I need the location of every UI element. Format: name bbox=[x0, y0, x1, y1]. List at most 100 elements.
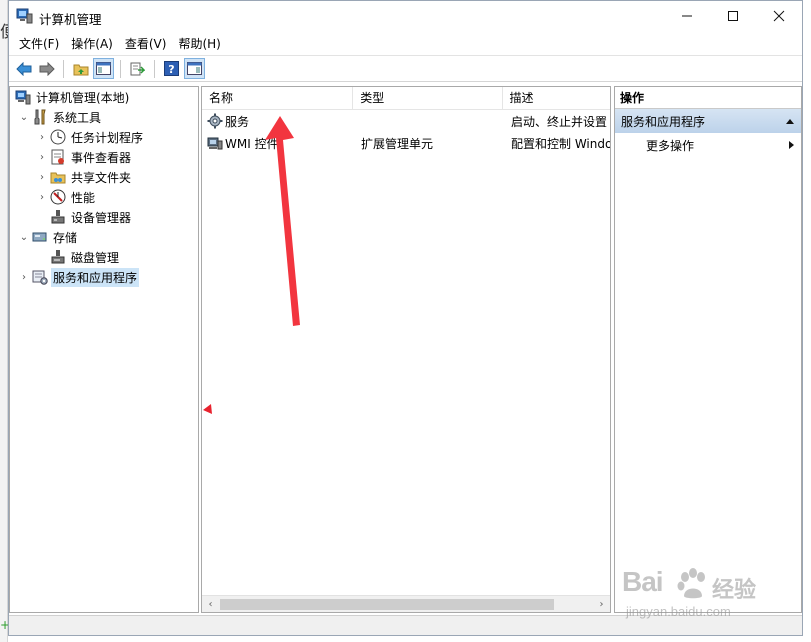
computer-management-icon bbox=[15, 90, 31, 105]
list-cell-type: 扩展管理单元 bbox=[361, 136, 434, 151]
action-pane-icon bbox=[187, 62, 202, 75]
disk-management-icon bbox=[51, 250, 65, 264]
wmi-control-icon bbox=[207, 137, 223, 150]
column-header-name[interactable]: 名称 bbox=[202, 87, 354, 110]
tree-label: 服务和应用程序 bbox=[51, 267, 140, 287]
watermark-brand: Bai bbox=[622, 566, 664, 597]
performance-icon bbox=[50, 189, 66, 205]
tree-item-services-and-applications[interactable]: › 服务和应用程序 bbox=[18, 267, 140, 287]
shared-folder-icon bbox=[50, 172, 66, 184]
tools-icon bbox=[34, 109, 46, 125]
show-hide-console-tree-button[interactable] bbox=[93, 58, 114, 79]
event-viewer-icon bbox=[51, 149, 64, 165]
console-tree-icon bbox=[96, 62, 111, 75]
close-icon bbox=[773, 10, 785, 22]
clock-icon bbox=[50, 129, 66, 145]
svg-text:?: ? bbox=[168, 63, 174, 76]
list-item-label: 服务 bbox=[225, 114, 250, 129]
menu-bar: 文件(F) 操作(A) 查看(V) 帮助(H) bbox=[9, 33, 802, 54]
collapse-up-icon[interactable] bbox=[785, 117, 795, 125]
background-window-edge: 便 + bbox=[0, 0, 16, 642]
chevron-down-icon[interactable]: ⌄ bbox=[18, 232, 30, 243]
menu-help[interactable]: 帮助(H) bbox=[174, 35, 228, 52]
actions-section-label: 服务和应用程序 bbox=[621, 114, 706, 129]
forward-button[interactable] bbox=[36, 58, 57, 79]
services-gear-icon bbox=[207, 113, 223, 129]
tree-item-shared-folders[interactable]: › 共享文件夹 bbox=[36, 167, 133, 187]
tree-item-performance[interactable]: › 性能 bbox=[36, 187, 97, 207]
show-hide-action-pane-button[interactable] bbox=[184, 58, 205, 79]
chevron-right-icon[interactable]: › bbox=[36, 172, 48, 183]
list-cell-name: WMI 控件 bbox=[202, 135, 354, 152]
close-button[interactable] bbox=[756, 1, 802, 31]
console-tree: 计算机管理(本地) ⌄ 系统工具 › 任务计划程序 › 事件查看器 › 共享文件… bbox=[9, 86, 199, 613]
chevron-right-icon[interactable]: › bbox=[18, 272, 30, 283]
actions-section-services-apps[interactable]: 服务和应用程序 bbox=[615, 109, 801, 133]
list-cell-description: 配置和控制 Windo bbox=[511, 136, 610, 151]
list-item-services[interactable]: 服务 启动、终止并设置 bbox=[202, 111, 610, 131]
back-button[interactable] bbox=[13, 58, 34, 79]
tree-label: 设备管理器 bbox=[71, 210, 132, 225]
tree-item-task-scheduler[interactable]: › 任务计划程序 bbox=[36, 127, 145, 147]
tree-label: 性能 bbox=[71, 190, 96, 205]
scroll-left-icon[interactable]: ‹ bbox=[202, 596, 219, 612]
column-header-description[interactable]: 描述 bbox=[503, 87, 610, 110]
window-title: 计算机管理 bbox=[39, 12, 102, 27]
tree-item-device-manager[interactable]: 设备管理器 bbox=[48, 207, 133, 227]
tree-item-event-viewer[interactable]: › 事件查看器 bbox=[36, 147, 133, 167]
menu-action[interactable]: 操作(A) bbox=[67, 35, 121, 52]
tree-label: 共享文件夹 bbox=[71, 170, 132, 185]
toolbar: ? bbox=[9, 55, 802, 82]
toolbar-separator bbox=[63, 59, 64, 78]
chevron-down-icon[interactable]: ⌄ bbox=[18, 112, 30, 123]
minimize-button[interactable] bbox=[664, 1, 710, 31]
tree-label: 事件查看器 bbox=[71, 150, 132, 165]
baidu-watermark: Bai 经验 jingyan.baidu.com bbox=[618, 566, 778, 628]
more-actions-label: 更多操作 bbox=[646, 138, 695, 153]
menu-view[interactable]: 查看(V) bbox=[121, 35, 175, 52]
list-cell-description: 启动、终止并设置 bbox=[511, 114, 608, 129]
watermark-cn: 经验 bbox=[712, 578, 757, 603]
actions-pane: 操作 服务和应用程序 更多操作 bbox=[614, 86, 802, 613]
help-icon: ? bbox=[164, 61, 179, 76]
help-button[interactable]: ? bbox=[161, 58, 182, 79]
back-arrow-icon bbox=[15, 61, 31, 76]
minimize-icon bbox=[682, 15, 692, 17]
column-header-type[interactable]: 类型 bbox=[353, 87, 503, 110]
horizontal-scrollbar[interactable]: ‹ › bbox=[202, 595, 610, 612]
menu-file[interactable]: 文件(F) bbox=[15, 35, 67, 52]
storage-icon bbox=[32, 232, 47, 242]
more-actions-item[interactable]: 更多操作 bbox=[615, 133, 801, 157]
watermark-url: jingyan.baidu.com bbox=[626, 604, 731, 619]
list-header: 名称 类型 描述 bbox=[202, 87, 610, 110]
export-list-button[interactable] bbox=[127, 58, 148, 79]
list-item-wmi-control[interactable]: WMI 控件 扩展管理单元 配置和控制 Windo bbox=[202, 133, 610, 153]
list-item-label: WMI 控件 bbox=[225, 136, 279, 151]
maximize-button[interactable] bbox=[710, 1, 756, 31]
export-list-icon bbox=[130, 62, 145, 75]
scrollbar-thumb[interactable] bbox=[220, 599, 554, 610]
up-one-level-button[interactable] bbox=[70, 58, 91, 79]
computer-management-window: 计算机管理 文件(F) 操作(A) 查看(V) 帮助(H) ? 计算机管理(本地… bbox=[8, 0, 803, 636]
toolbar-separator bbox=[154, 59, 155, 78]
tree-label: 磁盘管理 bbox=[71, 250, 120, 265]
tree-label: 系统工具 bbox=[53, 110, 102, 125]
services-apps-icon bbox=[32, 270, 48, 285]
tree-label: 任务计划程序 bbox=[71, 130, 144, 145]
device-manager-icon bbox=[51, 210, 65, 224]
tree-item-computer-management[interactable]: 计算机管理(本地) bbox=[13, 87, 131, 107]
tree-label: 存储 bbox=[53, 230, 78, 245]
tree-item-storage[interactable]: ⌄ 存储 bbox=[18, 227, 79, 247]
tree-label: 计算机管理(本地) bbox=[36, 90, 130, 105]
title-bar[interactable]: 计算机管理 bbox=[9, 1, 802, 33]
submenu-arrow-icon bbox=[789, 141, 794, 149]
baidu-paw-icon bbox=[677, 568, 705, 599]
folder-up-icon bbox=[73, 64, 88, 75]
chevron-right-icon[interactable]: › bbox=[36, 132, 48, 143]
scroll-right-icon[interactable]: › bbox=[593, 596, 610, 612]
list-cell-name: 服务 bbox=[202, 113, 354, 130]
tree-item-disk-management[interactable]: 磁盘管理 bbox=[48, 247, 121, 267]
tree-item-system-tools[interactable]: ⌄ 系统工具 bbox=[18, 107, 103, 127]
chevron-right-icon[interactable]: › bbox=[36, 192, 48, 203]
chevron-right-icon[interactable]: › bbox=[36, 152, 48, 163]
